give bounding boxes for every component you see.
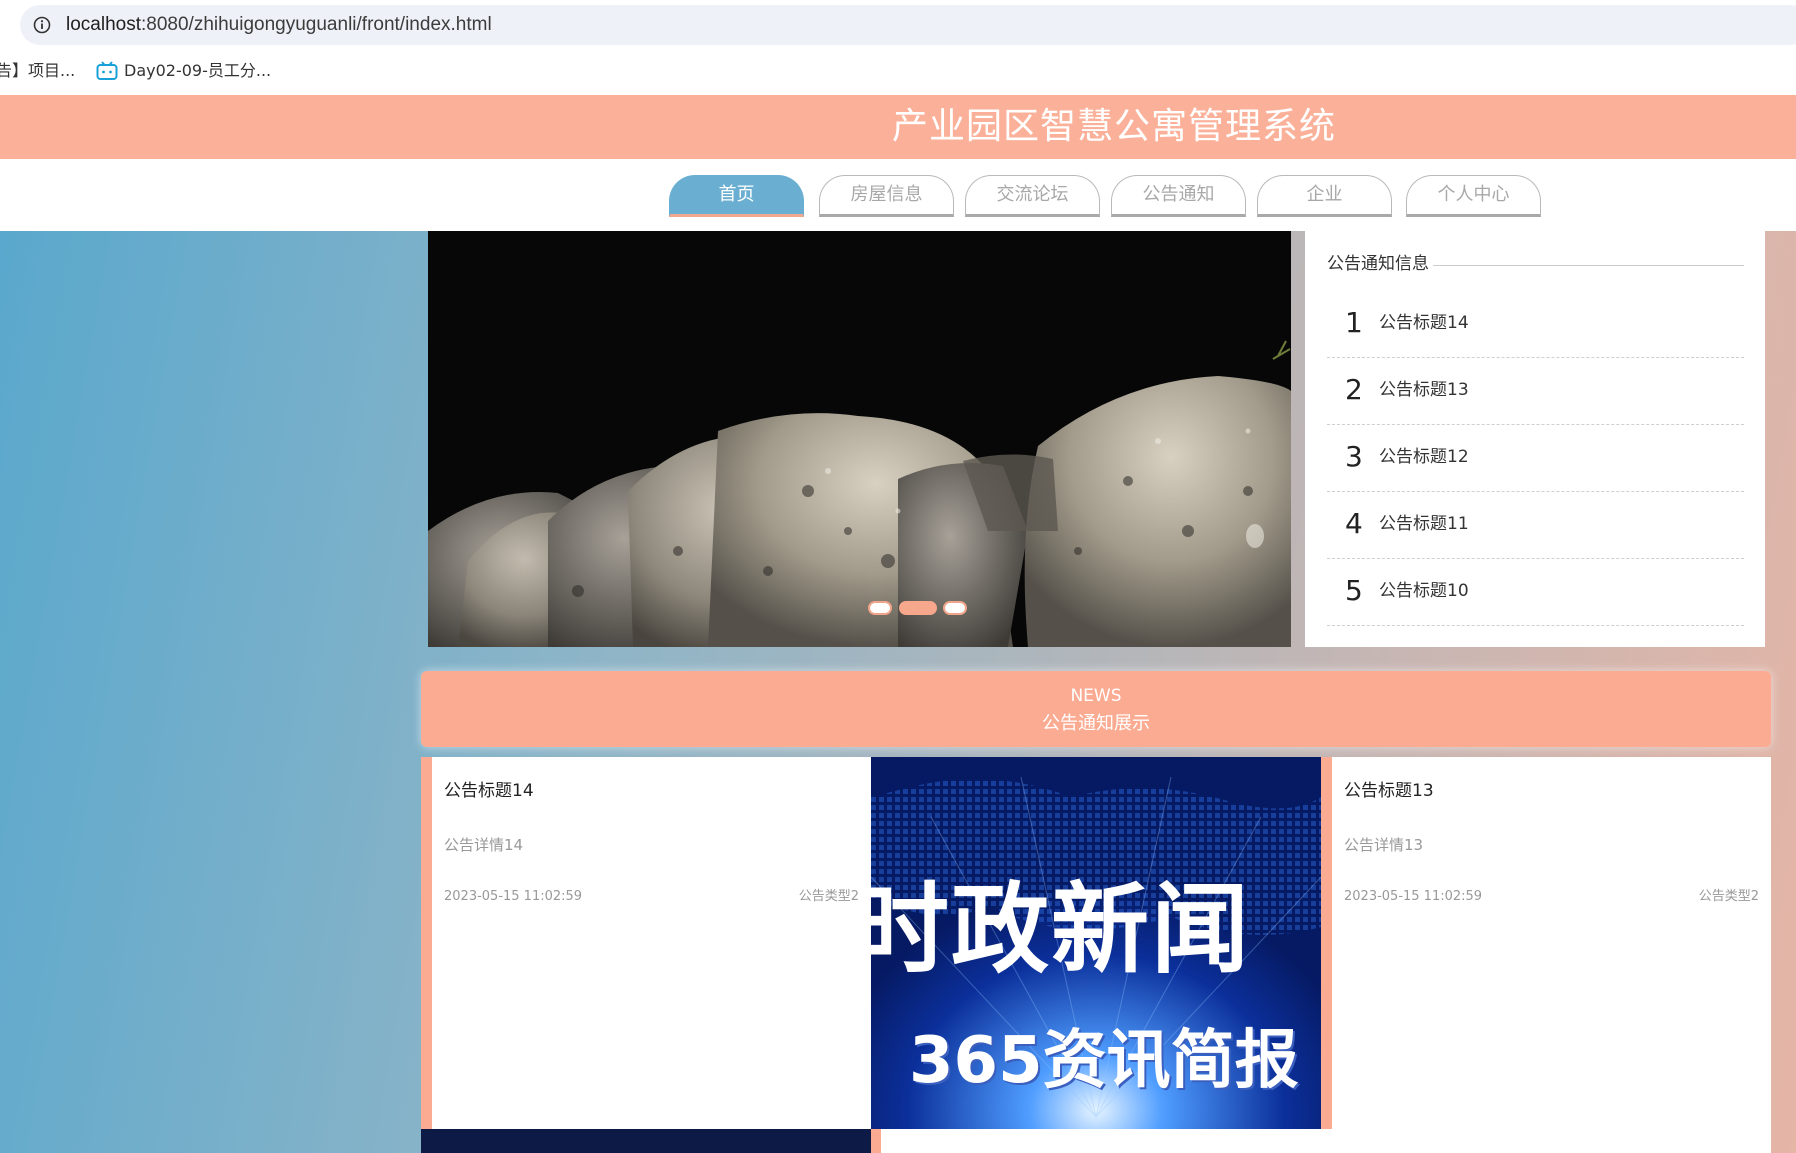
next-card-partial: [881, 1129, 1771, 1153]
notice-panel: 公告通知信息 1 公告标题14 2 公告标题13 3 公告标题12 4 公告标题…: [1305, 231, 1765, 647]
notice-title[interactable]: 公告标题12: [1379, 443, 1469, 471]
news-card-desc: 公告详情14: [444, 836, 524, 854]
address-url[interactable]: localhost:8080/zhihuigongyuguanli/front/…: [66, 5, 492, 45]
bookmark-item[interactable]: Day02-09-员工分...: [96, 58, 271, 84]
notice-list-item[interactable]: 1 公告标题14: [1327, 291, 1744, 358]
card-accent-bar: [871, 1129, 881, 1153]
bookmarks-bar: 告】项目... Day02-09-员工分...: [0, 48, 1796, 94]
notice-rank: 5: [1345, 574, 1363, 607]
notice-rank: 4: [1345, 507, 1363, 540]
notice-title[interactable]: 公告标题14: [1379, 309, 1469, 337]
news-card-date: 2023-05-15 11:02:59: [444, 889, 583, 904]
nav-house-info[interactable]: 房屋信息: [819, 175, 954, 217]
notice-list-item[interactable]: 5 公告标题10: [1327, 559, 1744, 626]
news-card-type: 公告类型2: [798, 889, 859, 904]
notice-rank: 2: [1345, 373, 1363, 406]
nav-company[interactable]: 企业: [1257, 175, 1392, 217]
bookmark-item[interactable]: 告】项目...: [0, 58, 75, 84]
news-card[interactable]: 公告标题14 公告详情14 2023-05-15 11:02:59 公告类型2: [421, 757, 871, 1129]
news-card[interactable]: 公告标题13 公告详情13 2023-05-15 11:02:59 公告类型2: [1321, 757, 1771, 1129]
notice-list-item[interactable]: 2 公告标题13: [1327, 358, 1744, 425]
notice-panel-title: 公告通知信息: [1327, 253, 1433, 275]
news-card-image[interactable]: 时政新闻 365资讯简报: [871, 757, 1321, 1129]
bookmark-label: Day02-09-员工分...: [124, 61, 272, 80]
bilibili-icon: [96, 61, 118, 80]
news-card-desc: 公告详情13: [1344, 836, 1424, 854]
bookmark-label: 告】项目...: [0, 61, 76, 80]
nav-forum[interactable]: 交流论坛: [965, 175, 1100, 217]
notice-title[interactable]: 公告标题11: [1379, 510, 1469, 538]
notice-list-item[interactable]: 4 公告标题11: [1327, 492, 1744, 559]
address-bar[interactable]: localhost:8080/zhihuigongyuguanli/front/…: [20, 5, 1796, 45]
site-info-icon[interactable]: [32, 15, 52, 35]
carousel-rocks-image: [428, 231, 1291, 647]
notice-rank: 3: [1345, 440, 1363, 473]
news-card-strip: 公告标题14 公告详情14 2023-05-15 11:02:59 公告类型2: [421, 757, 1771, 1129]
browser-address-row: localhost:8080/zhihuigongyuguanli/front/…: [0, 0, 1796, 48]
nav-home[interactable]: 首页: [669, 175, 804, 217]
nav-profile[interactable]: 个人中心: [1406, 175, 1541, 217]
notice-list-item[interactable]: 3 公告标题12: [1327, 425, 1744, 492]
notice-title[interactable]: 公告标题10: [1379, 577, 1469, 605]
notice-rank: 1: [1345, 306, 1363, 339]
site-title: 产业园区智慧公寓管理系统: [892, 106, 1337, 147]
news-image-subheadline: 365资讯简报: [909, 1024, 1299, 1098]
nav-notices[interactable]: 公告通知: [1111, 175, 1246, 217]
notice-list: 1 公告标题14 2 公告标题13 3 公告标题12 4 公告标题11 5 公告…: [1327, 291, 1744, 626]
news-card-title[interactable]: 公告标题13: [1344, 779, 1434, 803]
carousel-dot-active[interactable]: [899, 601, 937, 615]
news-section-banner: NEWS 公告通知展示: [421, 671, 1771, 747]
news-image-headline: 时政新闻: [871, 873, 1252, 987]
carousel-dot[interactable]: [868, 601, 892, 615]
notice-panel-header: 公告通知信息: [1327, 253, 1744, 275]
image-carousel[interactable]: [428, 231, 1291, 647]
next-card-image-partial: [421, 1129, 871, 1153]
carousel-dot[interactable]: [943, 601, 967, 615]
news-heading-cn: 公告通知展示: [1042, 713, 1150, 734]
news-card-type: 公告类型2: [1698, 889, 1759, 904]
next-card-row-partial: [421, 1129, 1771, 1153]
carousel-indicators: [868, 601, 968, 617]
notice-title[interactable]: 公告标题13: [1379, 376, 1469, 404]
site-header: 产业园区智慧公寓管理系统: [0, 95, 1796, 159]
news-heading-en: NEWS: [1070, 686, 1122, 706]
news-card-date: 2023-05-15 11:02:59: [1344, 889, 1483, 904]
news-card-title[interactable]: 公告标题14: [444, 779, 534, 803]
main-content: 公告通知信息 1 公告标题14 2 公告标题13 3 公告标题12 4 公告标题…: [0, 231, 1796, 1153]
main-nav: 首页 房屋信息 交流论坛 公告通知 企业 个人中心: [0, 159, 1796, 231]
